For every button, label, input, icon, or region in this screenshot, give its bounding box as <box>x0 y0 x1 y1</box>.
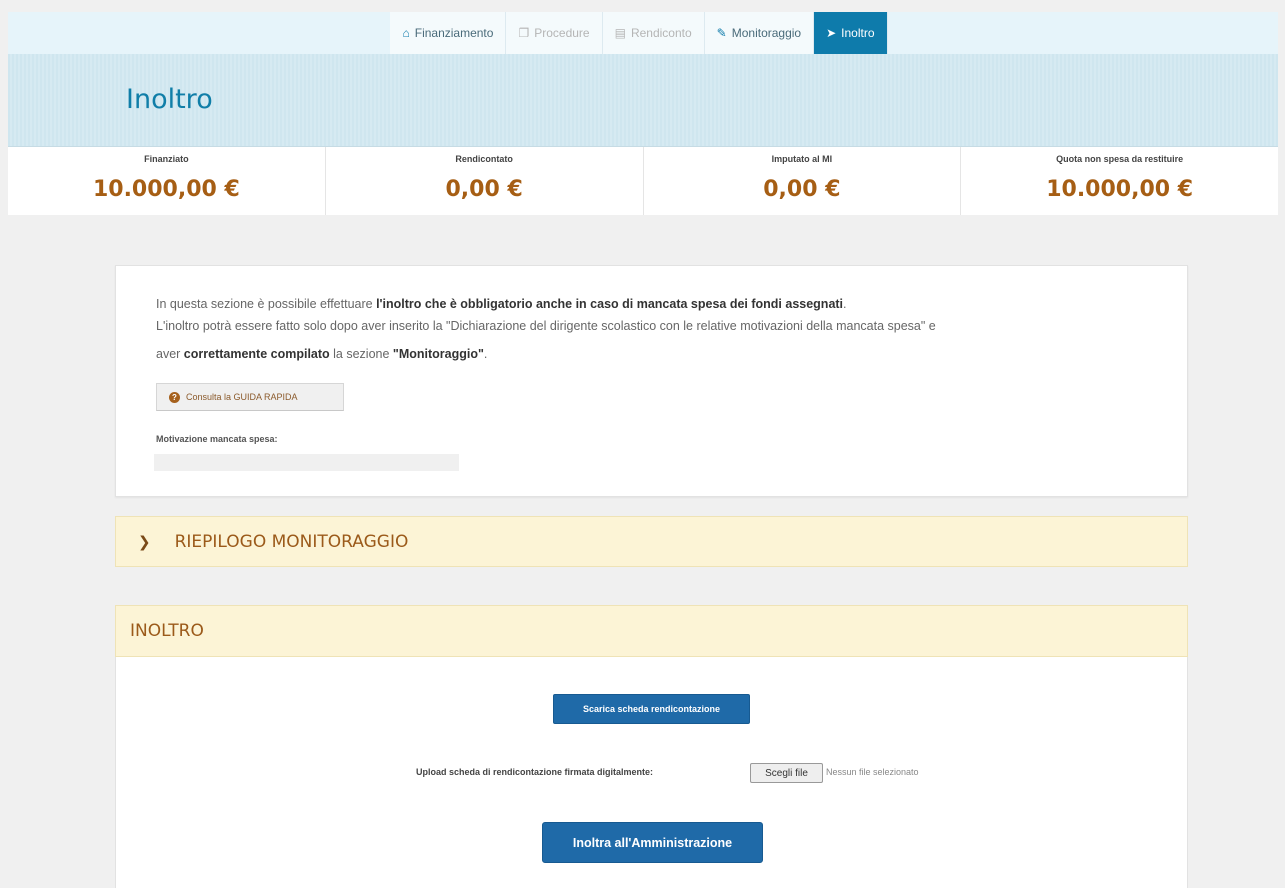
motivazione-label: Motivazione mancata spesa: <box>156 434 278 444</box>
info-bold-text: "Monitoraggio" <box>392 347 484 361</box>
stat-finanziato: Finanziato 10.000,00 € <box>8 147 326 215</box>
tab-label: Monitoraggio <box>731 26 802 40</box>
tab-rendiconto[interactable]: ▤ Rendiconto <box>602 12 705 54</box>
tab-inoltro[interactable]: ➤ Inoltro <box>814 12 888 54</box>
info-line-1: In questa sezione è possibile effettuare… <box>156 293 847 315</box>
tab-procedure[interactable]: ❐ Procedure <box>506 12 603 54</box>
inoltra-amministrazione-button[interactable]: Inoltra all'Amministrazione <box>542 822 763 863</box>
riepilogo-monitoraggio-header[interactable]: ❯ RIEPILOGO MONITORAGGIO <box>115 516 1188 567</box>
scarica-scheda-button[interactable]: Scarica scheda rendicontazione <box>553 694 750 724</box>
stat-value: 10.000,00 € <box>92 177 240 202</box>
tab-finanziamento[interactable]: ⌂ Finanziamento <box>390 12 507 54</box>
edit-icon: ✎ <box>716 26 727 40</box>
stat-label: Finanziato <box>144 154 189 164</box>
inoltro-title: INOLTRO <box>130 621 204 641</box>
info-bold-text: l'inoltro che è obbligatorio anche in ca… <box>376 297 844 311</box>
tab-label: Inoltro <box>841 26 875 40</box>
file-status-text: Nessun file selezionato <box>826 767 919 777</box>
top-navigation: ⌂ Finanziamento ❐ Procedure ▤ Rendiconto… <box>8 12 1278 54</box>
inoltro-panel-body: Scarica scheda rendicontazione Upload sc… <box>115 657 1188 888</box>
page-title: Inoltro <box>126 84 213 115</box>
choose-file-button[interactable]: Scegli file <box>750 763 823 783</box>
guida-rapida-button[interactable]: ? Consulta la GUIDA RAPIDA <box>156 383 344 411</box>
info-bold-text: correttamente compilato <box>183 347 330 361</box>
guida-rapida-label: Consulta la GUIDA RAPIDA <box>186 392 298 402</box>
page-header: Inoltro <box>8 54 1278 147</box>
upload-label: Upload scheda di rendicontazione firmata… <box>416 767 654 777</box>
stat-label: Rendicontato <box>455 154 513 164</box>
files-icon: ▤ <box>614 26 626 40</box>
stat-imputato: Imputato al MI 0,00 € <box>644 147 962 215</box>
nav-tabs: ⌂ Finanziamento ❐ Procedure ▤ Rendiconto… <box>390 12 888 54</box>
stat-value: 10.000,00 € <box>1046 177 1194 202</box>
tab-label: Procedure <box>534 26 590 40</box>
info-text: . <box>843 297 847 311</box>
home-icon: ⌂ <box>402 26 410 40</box>
chevron-right-icon: ❯ <box>138 532 151 551</box>
info-text: la sezione <box>329 347 393 361</box>
stat-value: 0,00 € <box>445 177 523 202</box>
info-text: aver <box>156 347 184 361</box>
motivazione-field <box>154 454 459 471</box>
stats-bar: Finanziato 10.000,00 € Rendicontato 0,00… <box>8 147 1278 215</box>
inoltro-panel-header: INOLTRO <box>115 605 1188 657</box>
stat-rendicontato: Rendicontato 0,00 € <box>326 147 644 215</box>
info-line-2: L'inoltro potrà essere fatto solo dopo a… <box>156 319 936 333</box>
stat-label: Quota non spesa da restituire <box>1056 154 1184 164</box>
info-line-3: aver correttamente compilato la sezione … <box>156 343 487 365</box>
riepilogo-title: RIEPILOGO MONITORAGGIO <box>174 531 409 552</box>
tab-label: Finanziamento <box>414 26 494 40</box>
question-circle-icon: ? <box>169 391 180 403</box>
info-text: . <box>483 347 488 361</box>
copy-icon: ❐ <box>518 26 530 40</box>
info-card: In questa sezione è possibile effettuare… <box>115 265 1188 497</box>
stat-value: 0,00 € <box>763 177 841 202</box>
tab-monitoraggio[interactable]: ✎ Monitoraggio <box>704 12 815 54</box>
stat-quota-non-spesa: Quota non spesa da restituire 10.000,00 … <box>961 147 1278 215</box>
info-text: In questa sezione è possibile effettuare <box>156 297 377 311</box>
send-icon: ➤ <box>826 26 837 40</box>
tab-label: Rendiconto <box>630 26 692 40</box>
stat-label: Imputato al MI <box>771 154 833 164</box>
